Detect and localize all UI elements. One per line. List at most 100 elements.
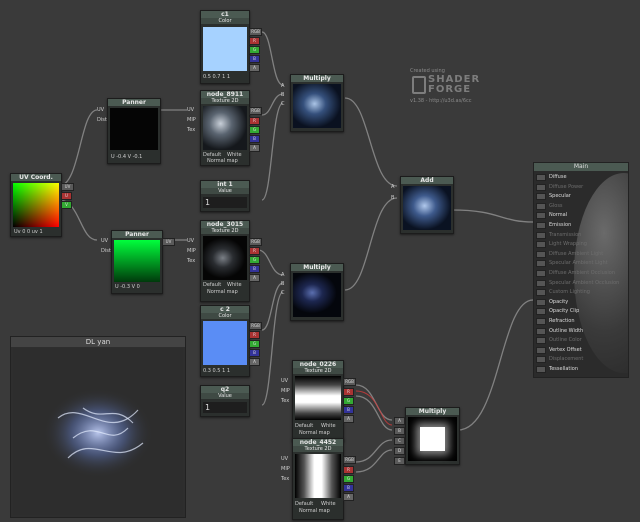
main-input-19[interactable]: Displacement [534, 354, 627, 364]
c2-r-port[interactable]: R [249, 331, 260, 339]
node3015-a-port[interactable]: A [249, 274, 260, 282]
input-pin[interactable] [536, 193, 546, 201]
node-8911-texture-node[interactable]: node_8911 Texture 2D Default White Norma… [200, 90, 250, 166]
multiply-node-2[interactable]: Multiply [290, 263, 344, 321]
uvcoord-uv-port[interactable]: UV [61, 183, 74, 191]
node0226-b-port[interactable]: B [343, 406, 354, 414]
input-pin[interactable] [536, 260, 546, 268]
normal-map-label[interactable]: Normal map [207, 289, 238, 295]
white-label[interactable]: White [227, 282, 242, 288]
node-3015-texture-node[interactable]: node_3015 Texture 2D Default White Norma… [200, 220, 250, 302]
main-input-9[interactable]: Specular Ambient Light [534, 258, 627, 268]
mult3-a-port[interactable]: A [394, 417, 405, 425]
input-pin[interactable] [536, 289, 546, 297]
input-pin[interactable] [536, 250, 546, 258]
c2-rgb-port[interactable]: RGB [249, 322, 262, 330]
node8911-b-port[interactable]: B [249, 135, 260, 143]
uvcoord-u-port[interactable]: U [61, 192, 72, 200]
node8911-a-port[interactable]: A [249, 144, 260, 152]
node8911-r-port[interactable]: R [249, 117, 260, 125]
panner-node-1[interactable]: Panner U -0.4 V -0.1 [107, 98, 161, 164]
main-input-12[interactable]: Custom Lighting [534, 287, 627, 297]
input-pin[interactable] [536, 174, 546, 181]
normal-map-label[interactable]: Normal map [299, 508, 330, 514]
value-field[interactable]: 1 [203, 402, 247, 413]
mult3-c-port[interactable]: C [394, 437, 405, 445]
uvcoord-v-port[interactable]: V [61, 201, 72, 209]
input-pin[interactable] [536, 356, 546, 364]
node3015-r-port[interactable]: R [249, 247, 260, 255]
main-input-16[interactable]: Outline Width [534, 326, 627, 336]
input-pin[interactable] [536, 222, 546, 229]
uv-coord-node[interactable]: UV Coord. Uv 0 0 uv 1 [10, 173, 62, 237]
multiply-node-3[interactable]: Multiply [405, 407, 460, 465]
node4452-rgb-port[interactable]: RGB [343, 456, 356, 464]
white-label[interactable]: White [321, 501, 336, 507]
input-pin[interactable] [536, 318, 546, 325]
c1-rgb-port[interactable]: RGB [249, 28, 262, 36]
mult3-e-port[interactable]: E [394, 457, 405, 465]
node0226-g-port[interactable]: G [343, 397, 354, 405]
node4452-r-port[interactable]: R [343, 466, 354, 474]
color-swatch[interactable] [203, 27, 247, 71]
c2-b-port[interactable]: B [249, 349, 260, 357]
main-input-15[interactable]: Refraction [534, 316, 627, 326]
input-pin[interactable] [536, 298, 546, 306]
white-label[interactable]: White [321, 423, 336, 429]
preview-viewport[interactable] [13, 348, 183, 515]
normal-map-label[interactable]: Normal map [207, 158, 238, 164]
q2-value-node[interactable]: q2 Value 1 [200, 385, 250, 417]
c1-b-port[interactable]: B [249, 55, 260, 63]
preview-panel[interactable]: DL yan [10, 336, 186, 518]
main-input-18[interactable]: Vertex Offset [534, 345, 627, 355]
mult3-b-port[interactable]: B [394, 427, 405, 435]
main-input-14[interactable]: Opacity Clip [534, 306, 627, 316]
main-input-17[interactable]: Outline Color [534, 335, 627, 345]
node3015-g-port[interactable]: G [249, 256, 260, 264]
main-input-13[interactable]: Opacity [534, 297, 627, 307]
main-input-7[interactable]: Light Wrapping [534, 239, 627, 249]
node8911-rgb-port[interactable]: RGB [249, 107, 262, 115]
node8911-g-port[interactable]: G [249, 126, 260, 134]
input-pin[interactable] [536, 241, 546, 249]
main-input-6[interactable]: Transmission [534, 230, 627, 240]
node0226-a-port[interactable]: A [343, 415, 354, 423]
main-input-11[interactable]: Specular Ambient Occlusion [534, 278, 627, 288]
node4452-b-port[interactable]: B [343, 484, 354, 492]
node-4452-texture-node[interactable]: node_4452 Texture 2D Default White Norma… [292, 438, 344, 520]
main-input-5[interactable]: Emission [534, 220, 627, 230]
node3015-rgb-port[interactable]: RGB [249, 238, 262, 246]
node4452-a-port[interactable]: A [343, 493, 354, 501]
node-0226-texture-node[interactable]: node_0226 Texture 2D Default White Norma… [292, 360, 344, 442]
input-pin[interactable] [536, 366, 546, 373]
main-input-0[interactable]: Diffuse [534, 172, 627, 182]
node4452-g-port[interactable]: G [343, 475, 354, 483]
input-pin[interactable] [536, 308, 546, 316]
main-input-1[interactable]: Diffuse Power [534, 182, 627, 192]
normal-map-label[interactable]: Normal map [299, 430, 330, 436]
main-input-10[interactable]: Diffuse Ambient Occlusion [534, 268, 627, 278]
main-input-8[interactable]: Diffuse Ambient Light [534, 249, 627, 259]
panner-node-2[interactable]: Panner U -0.3 V 0 [111, 230, 163, 294]
node0226-r-port[interactable]: R [343, 388, 354, 396]
input-pin[interactable] [536, 183, 546, 191]
int1-value-node[interactable]: int 1 Value 1 [200, 180, 250, 212]
c1-color-node[interactable]: c1 Color 0.5 0.7 1 1 [200, 10, 250, 84]
input-pin[interactable] [536, 231, 546, 239]
node0226-rgb-port[interactable]: RGB [343, 378, 356, 386]
c2-color-node[interactable]: c 2 Color 0.3 0.5 1 1 [200, 305, 250, 377]
c2-a-port[interactable]: A [249, 358, 260, 366]
main-input-3[interactable]: Gloss [534, 201, 627, 211]
main-input-20[interactable]: Tessellation [534, 364, 627, 374]
input-pin[interactable] [536, 270, 546, 277]
main-output-node[interactable]: Main Diffuse Diffuse Power Specular Gloss No… [533, 162, 629, 378]
input-pin[interactable] [536, 327, 546, 335]
add-node[interactable]: Add [400, 176, 454, 234]
c1-r-port[interactable]: R [249, 37, 260, 45]
input-pin[interactable] [536, 202, 546, 210]
node3015-b-port[interactable]: B [249, 265, 260, 273]
value-field[interactable]: 1 [203, 197, 247, 208]
main-input-4[interactable]: Normal [534, 210, 627, 220]
mult3-d-port[interactable]: D [394, 447, 405, 455]
input-pin[interactable] [536, 212, 546, 220]
